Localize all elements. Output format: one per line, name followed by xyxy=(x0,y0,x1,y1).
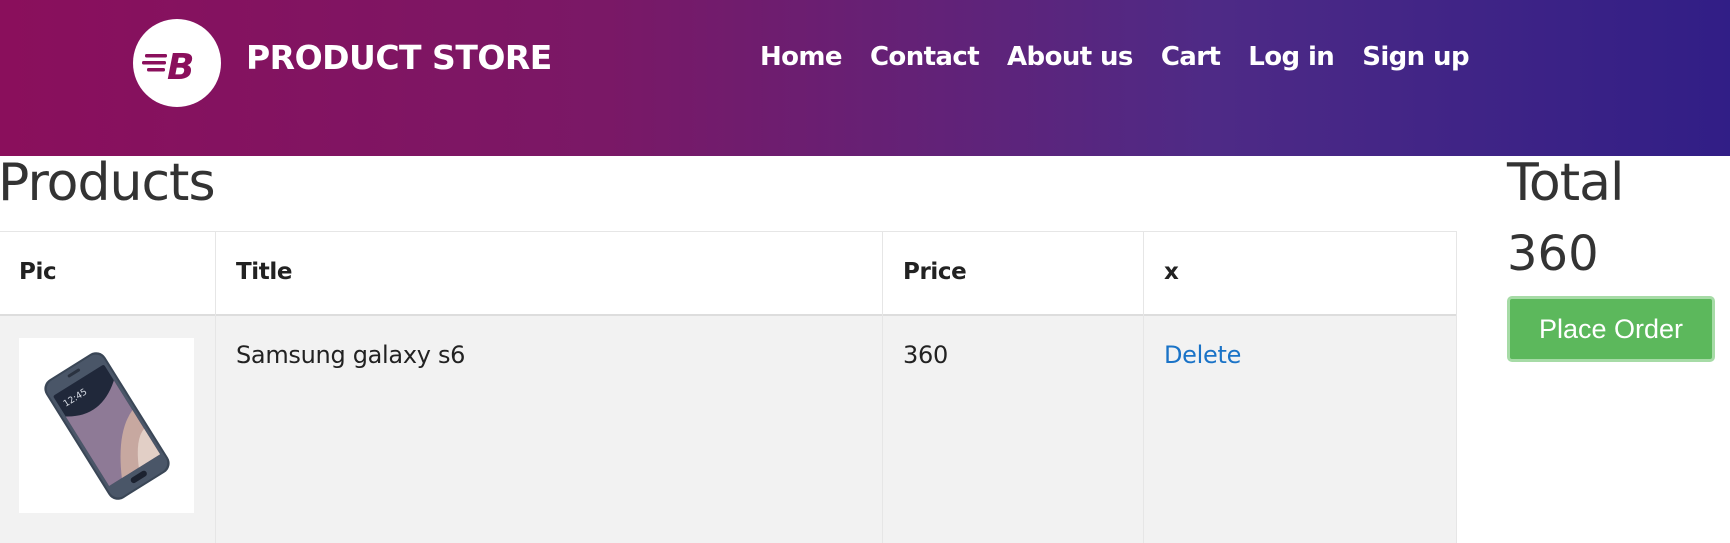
place-order-button[interactable]: Place Order xyxy=(1507,296,1715,362)
table-header-row xyxy=(0,232,1456,316)
product-price: 360 xyxy=(903,341,948,369)
products-heading: Products xyxy=(0,153,216,213)
delete-link[interactable]: Delete xyxy=(1164,341,1241,369)
column-divider xyxy=(882,232,883,543)
phone-image-icon: 12:45 xyxy=(44,352,170,500)
column-divider xyxy=(1143,232,1144,543)
column-header-pic: Pic xyxy=(19,259,57,285)
brand-logo[interactable]: B xyxy=(133,19,221,107)
column-header-x: x xyxy=(1164,259,1179,285)
nav-log-in[interactable]: Log in xyxy=(1248,42,1335,72)
nav-sign-up[interactable]: Sign up xyxy=(1362,42,1469,72)
nav-home[interactable]: Home xyxy=(760,42,843,72)
product-title: Samsung galaxy s6 xyxy=(236,341,466,369)
product-image: 12:45 xyxy=(19,338,194,513)
navbar: B PRODUCT STORE Home Contact About us Ca… xyxy=(0,0,1730,156)
total-heading: Total xyxy=(1507,153,1624,213)
nav-contact[interactable]: Contact xyxy=(870,42,980,72)
cart-table: Pic Title Price x 12:45 Samsung galaxy s… xyxy=(0,231,1457,543)
total-value: 360 xyxy=(1507,226,1599,282)
column-header-price: Price xyxy=(903,259,967,285)
column-divider xyxy=(215,232,216,543)
nav-cart[interactable]: Cart xyxy=(1161,42,1221,72)
nav-about-us[interactable]: About us xyxy=(1007,42,1133,72)
column-header-title: Title xyxy=(236,259,293,285)
brand-b-logo-icon: B xyxy=(142,47,194,88)
brand-name[interactable]: PRODUCT STORE xyxy=(246,38,552,77)
main-nav: Home Contact About us Cart Log in Sign u… xyxy=(760,42,1497,72)
svg-text:B: B xyxy=(167,47,194,88)
